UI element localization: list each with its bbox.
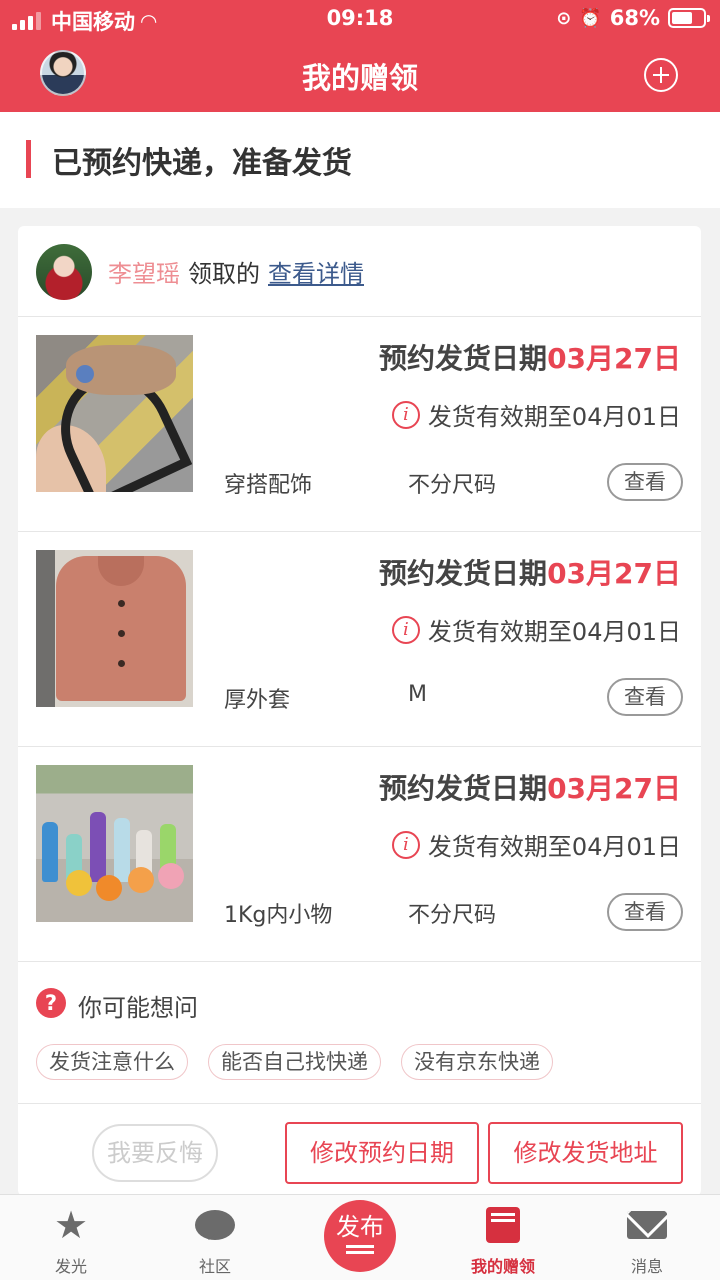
tab-label: 社区 bbox=[198, 1257, 231, 1276]
ship-date-value: 03月27日 bbox=[547, 557, 681, 590]
list-item: 预约发货日期03月27日 i 发货有效期至04月01日 穿搭配饰 不分尺码 查看 bbox=[18, 317, 701, 532]
ship-date: 预约发货日期03月27日 bbox=[379, 767, 681, 807]
tab-my-gifts[interactable]: 我的赠领 bbox=[448, 1205, 558, 1277]
info-icon: i bbox=[391, 830, 420, 859]
claimer-name[interactable]: 李望瑶 bbox=[108, 254, 180, 289]
question-icon: ? bbox=[36, 988, 66, 1018]
view-details-link[interactable]: 查看详情 bbox=[268, 254, 364, 289]
tab-community[interactable]: 社区 bbox=[160, 1205, 270, 1277]
alarm-icon: ⏰ bbox=[579, 7, 602, 29]
validity-text: 发货有效期至04月01日 bbox=[427, 618, 681, 646]
list-item: 预约发货日期03月27日 i 发货有效期至04月01日 1Kg内小物 不分尺码 查… bbox=[18, 747, 701, 962]
validity: i 发货有效期至04月01日 bbox=[391, 612, 681, 647]
ship-date-label: 预约发货日期 bbox=[379, 557, 548, 590]
faq-chip-no-jd-express[interactable]: 没有京东快递 bbox=[401, 1044, 553, 1080]
validity: i 发货有效期至04月01日 bbox=[391, 827, 681, 862]
ship-date-label: 预约发货日期 bbox=[379, 342, 548, 375]
item-photo-headband[interactable] bbox=[36, 335, 193, 492]
regret-button[interactable]: 我要反悔 bbox=[92, 1124, 218, 1182]
claim-card: 李望瑶 领取的 查看详情 预约发货日期03月27日 i 发货有效期至04月01日 … bbox=[18, 226, 701, 1196]
add-button[interactable] bbox=[644, 58, 678, 92]
item-photo-small-items[interactable] bbox=[36, 765, 193, 922]
chat-icon bbox=[195, 1210, 235, 1240]
item-size: 不分尺码 bbox=[408, 903, 497, 928]
item-category: 穿搭配饰 bbox=[224, 473, 313, 498]
item-size: 不分尺码 bbox=[408, 473, 497, 498]
modify-date-button[interactable]: 修改预约日期 bbox=[285, 1122, 479, 1184]
claimer-row: 李望瑶 领取的 查看详情 bbox=[18, 226, 701, 317]
faq-section: ? 你可能想问 发货注意什么 能否自己找快递 没有京东快递 bbox=[18, 962, 701, 1104]
item-category: 1Kg内小物 bbox=[224, 903, 333, 928]
validity-text: 发货有效期至04月01日 bbox=[427, 403, 681, 431]
status-bar: 中国移动 ◠ 09:18 ⊙ ⏰ 68% bbox=[0, 0, 720, 38]
section-header: 已预约快递，准备发货 bbox=[0, 112, 720, 208]
lock-rotation-icon: ⊙ bbox=[556, 7, 572, 29]
tab-glow[interactable]: ★ 发光 bbox=[16, 1205, 126, 1277]
publish-button[interactable]: 发布 bbox=[324, 1200, 396, 1272]
battery-icon bbox=[668, 8, 710, 28]
ship-date: 预约发货日期03月27日 bbox=[379, 552, 681, 592]
publish-label: 发布 bbox=[336, 1213, 384, 1241]
tab-messages[interactable]: 消息 bbox=[592, 1205, 702, 1277]
tab-label: 我的赠领 bbox=[470, 1257, 535, 1276]
list-item: 预约发货日期03月27日 i 发货有效期至04月01日 厚外套 M 查看 bbox=[18, 532, 701, 747]
mail-icon bbox=[627, 1211, 667, 1239]
ship-date-label: 预约发货日期 bbox=[379, 772, 548, 805]
item-photo-coat[interactable] bbox=[36, 550, 193, 707]
faq-chips: 发货注意什么 能否自己找快递 没有京东快递 bbox=[36, 1044, 553, 1080]
tab-label: 发光 bbox=[54, 1257, 87, 1276]
validity-text: 发货有效期至04月01日 bbox=[427, 833, 681, 861]
gift-book-icon bbox=[486, 1207, 520, 1243]
item-category: 厚外套 bbox=[224, 688, 291, 713]
action-row: 我要反悔 修改预约日期 修改发货地址 bbox=[18, 1104, 701, 1196]
faq-chip-shipping-notes[interactable]: 发货注意什么 bbox=[36, 1044, 188, 1080]
ship-date-value: 03月27日 bbox=[547, 342, 681, 375]
faq-chip-own-courier[interactable]: 能否自己找快递 bbox=[208, 1044, 381, 1080]
section-accent-bar bbox=[26, 140, 31, 178]
page-title: 我的赠领 bbox=[301, 61, 418, 95]
publish-icon bbox=[346, 1245, 374, 1248]
validity: i 发货有效期至04月01日 bbox=[391, 397, 681, 432]
header: 中国移动 ◠ 09:18 ⊙ ⏰ 68% 我的赠领 bbox=[0, 0, 720, 112]
tab-label: 消息 bbox=[630, 1257, 663, 1276]
battery-percent: 68% bbox=[609, 6, 660, 30]
info-icon: i bbox=[391, 400, 420, 429]
faq-title: 你可能想问 bbox=[78, 994, 198, 1022]
star-icon: ★ bbox=[53, 1203, 89, 1247]
ship-date: 预约发货日期03月27日 bbox=[379, 337, 681, 377]
claimer-avatar[interactable] bbox=[36, 244, 92, 300]
ship-date-value: 03月27日 bbox=[547, 772, 681, 805]
view-button[interactable]: 查看 bbox=[607, 893, 683, 931]
item-size: M bbox=[408, 682, 427, 707]
claimer-line: 李望瑶 领取的 查看详情 bbox=[108, 254, 364, 289]
view-button[interactable]: 查看 bbox=[607, 463, 683, 501]
info-icon: i bbox=[391, 615, 420, 644]
section-title: 已预约快递，准备发货 bbox=[52, 146, 352, 181]
claimer-action: 领取的 bbox=[188, 260, 260, 288]
status-right: ⊙ ⏰ 68% bbox=[556, 6, 710, 30]
modify-address-button[interactable]: 修改发货地址 bbox=[488, 1122, 683, 1184]
view-button[interactable]: 查看 bbox=[607, 678, 683, 716]
